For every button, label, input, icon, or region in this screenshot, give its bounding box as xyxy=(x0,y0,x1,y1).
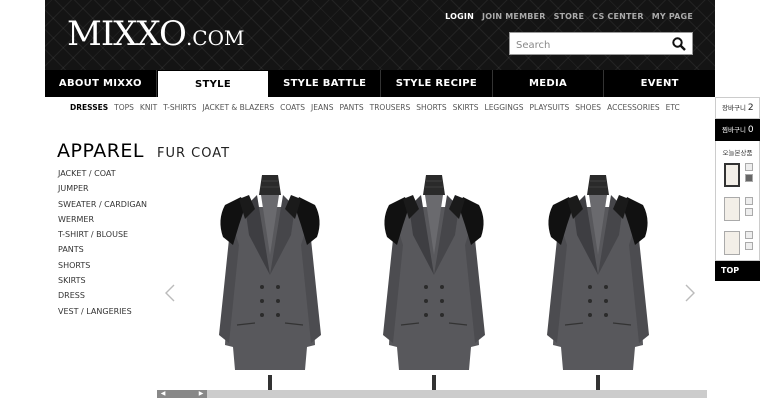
subnav-etc[interactable]: ETC xyxy=(666,103,680,112)
nav-style[interactable]: STYLE xyxy=(156,70,270,97)
subnav-jeans[interactable]: JEANS xyxy=(311,103,333,112)
subnav-knit[interactable]: KNIT xyxy=(140,103,157,112)
nav-style-recipe[interactable]: STYLE RECIPE xyxy=(381,70,493,97)
logo-suffix: .COM xyxy=(185,26,245,50)
recent-item xyxy=(716,197,759,225)
scroll-right-icon[interactable]: ▶ xyxy=(197,390,205,398)
my-page-link[interactable]: MY PAGE xyxy=(652,12,693,21)
recent-products: 오늘본상품 xyxy=(715,141,760,261)
gallery-scrollbar[interactable]: ◀ ▶ xyxy=(157,390,707,398)
main-nav: ABOUT MIXXO STYLE STYLE BATTLE STYLE REC… xyxy=(45,70,715,97)
recent-up-icon[interactable] xyxy=(745,231,753,239)
subnav-accessories[interactable]: ACCESSORIES xyxy=(607,103,660,112)
section-title: FUR COAT xyxy=(157,146,231,161)
join-member-link[interactable]: JOIN MEMBER xyxy=(482,12,546,21)
recent-up-icon[interactable] xyxy=(745,163,753,171)
category-title: APPAREL xyxy=(57,140,144,162)
wishlist-button[interactable]: 장바구니 2 xyxy=(715,97,760,119)
subnav-playsuits[interactable]: PLAYSUITS xyxy=(529,103,569,112)
subnav-t-shirts[interactable]: T-SHIRTS xyxy=(163,103,196,112)
cs-center-link[interactable]: CS CENTER xyxy=(592,12,643,21)
recent-thumb[interactable] xyxy=(724,197,740,221)
subnav-skirts[interactable]: SKIRTS xyxy=(453,103,479,112)
search-icon[interactable] xyxy=(672,37,686,51)
nav-event[interactable]: EVENT xyxy=(604,70,715,97)
recent-products-title: 오늘본상품 xyxy=(722,149,753,157)
cart-count: 0 xyxy=(747,125,754,135)
category-shorts[interactable]: SHORTS xyxy=(58,258,147,273)
search-input[interactable] xyxy=(510,35,660,56)
chevron-left-icon[interactable] xyxy=(164,283,176,303)
category-sweater-cardigan[interactable]: SWEATER / CARDIGAN xyxy=(58,197,147,212)
product-image-fur-coat-3[interactable] xyxy=(543,175,653,390)
category-dress[interactable]: DRESS xyxy=(58,288,147,303)
product-image-fur-coat-2[interactable] xyxy=(379,175,489,390)
subnav-tops[interactable]: TOPS xyxy=(114,103,134,112)
product-gallery xyxy=(157,170,707,390)
subnav-dresses[interactable]: DRESSES xyxy=(70,103,108,112)
subnav-leggings[interactable]: LEGGINGS xyxy=(485,103,524,112)
cart-button[interactable]: 찜바구니 0 xyxy=(715,119,760,141)
product-image-fur-coat-1[interactable] xyxy=(215,175,325,390)
subnav-pants[interactable]: PANTS xyxy=(339,103,363,112)
scrollbar-thumb[interactable]: ◀ ▶ xyxy=(157,390,207,398)
subnav-trousers[interactable]: TROUSERS xyxy=(370,103,411,112)
scroll-left-icon[interactable]: ◀ xyxy=(159,390,167,398)
top-links: LOGIN JOIN MEMBER STORE CS CENTER MY PAG… xyxy=(445,12,693,21)
subnav-shorts[interactable]: SHORTS xyxy=(416,103,446,112)
recent-item xyxy=(716,163,759,191)
wishlist-count: 2 xyxy=(747,103,754,113)
chevron-right-icon[interactable] xyxy=(684,283,696,303)
sub-nav: DRESSES TOPS KNIT T-SHIRTS JACKET & BLAZ… xyxy=(70,103,680,112)
category-jacket-coat[interactable]: JACKET / COAT xyxy=(58,166,147,181)
category-pants[interactable]: PANTS xyxy=(58,242,147,257)
nav-about-mixxo[interactable]: ABOUT MIXXO xyxy=(45,70,157,97)
nav-media[interactable]: MEDIA xyxy=(493,70,605,97)
category-jumper[interactable]: JUMPER xyxy=(58,181,147,196)
category-tshirt-blouse[interactable]: T-SHIRT / BLOUSE xyxy=(58,227,147,242)
login-link[interactable]: LOGIN xyxy=(445,12,474,21)
nav-style-battle[interactable]: STYLE BATTLE xyxy=(269,70,382,97)
recent-down-icon[interactable] xyxy=(745,208,753,216)
quick-panel: 장바구니 2 찜바구니 0 오늘본상품 TOP xyxy=(715,97,760,281)
search-box xyxy=(509,32,693,56)
store-link[interactable]: STORE xyxy=(554,12,585,21)
site-logo[interactable]: MIXXO.COM xyxy=(67,14,244,58)
subnav-jacket-blazers[interactable]: JACKET & BLAZERS xyxy=(202,103,274,112)
recent-close-icon[interactable] xyxy=(745,174,753,182)
recent-item xyxy=(716,231,759,259)
recent-down-icon[interactable] xyxy=(745,242,753,250)
logo-text: MIXXO xyxy=(67,14,187,54)
top-button[interactable]: TOP xyxy=(715,261,760,281)
recent-thumb[interactable] xyxy=(724,231,740,255)
subnav-coats[interactable]: COATS xyxy=(280,103,305,112)
category-wermer[interactable]: WERMER xyxy=(58,212,147,227)
cart-label: 찜바구니 xyxy=(722,126,746,134)
recent-up-icon[interactable] xyxy=(745,197,753,205)
category-skirts[interactable]: SKIRTS xyxy=(58,273,147,288)
subnav-shoes[interactable]: SHOES xyxy=(575,103,601,112)
category-list: JACKET / COAT JUMPER SWEATER / CARDIGAN … xyxy=(58,166,147,319)
recent-thumb[interactable] xyxy=(724,163,740,187)
category-vest-langeries[interactable]: VEST / LANGERIES xyxy=(58,304,147,319)
wishlist-label: 장바구니 xyxy=(722,104,746,112)
site-header: MIXXO.COM LOGIN JOIN MEMBER STORE CS CEN… xyxy=(45,0,715,70)
